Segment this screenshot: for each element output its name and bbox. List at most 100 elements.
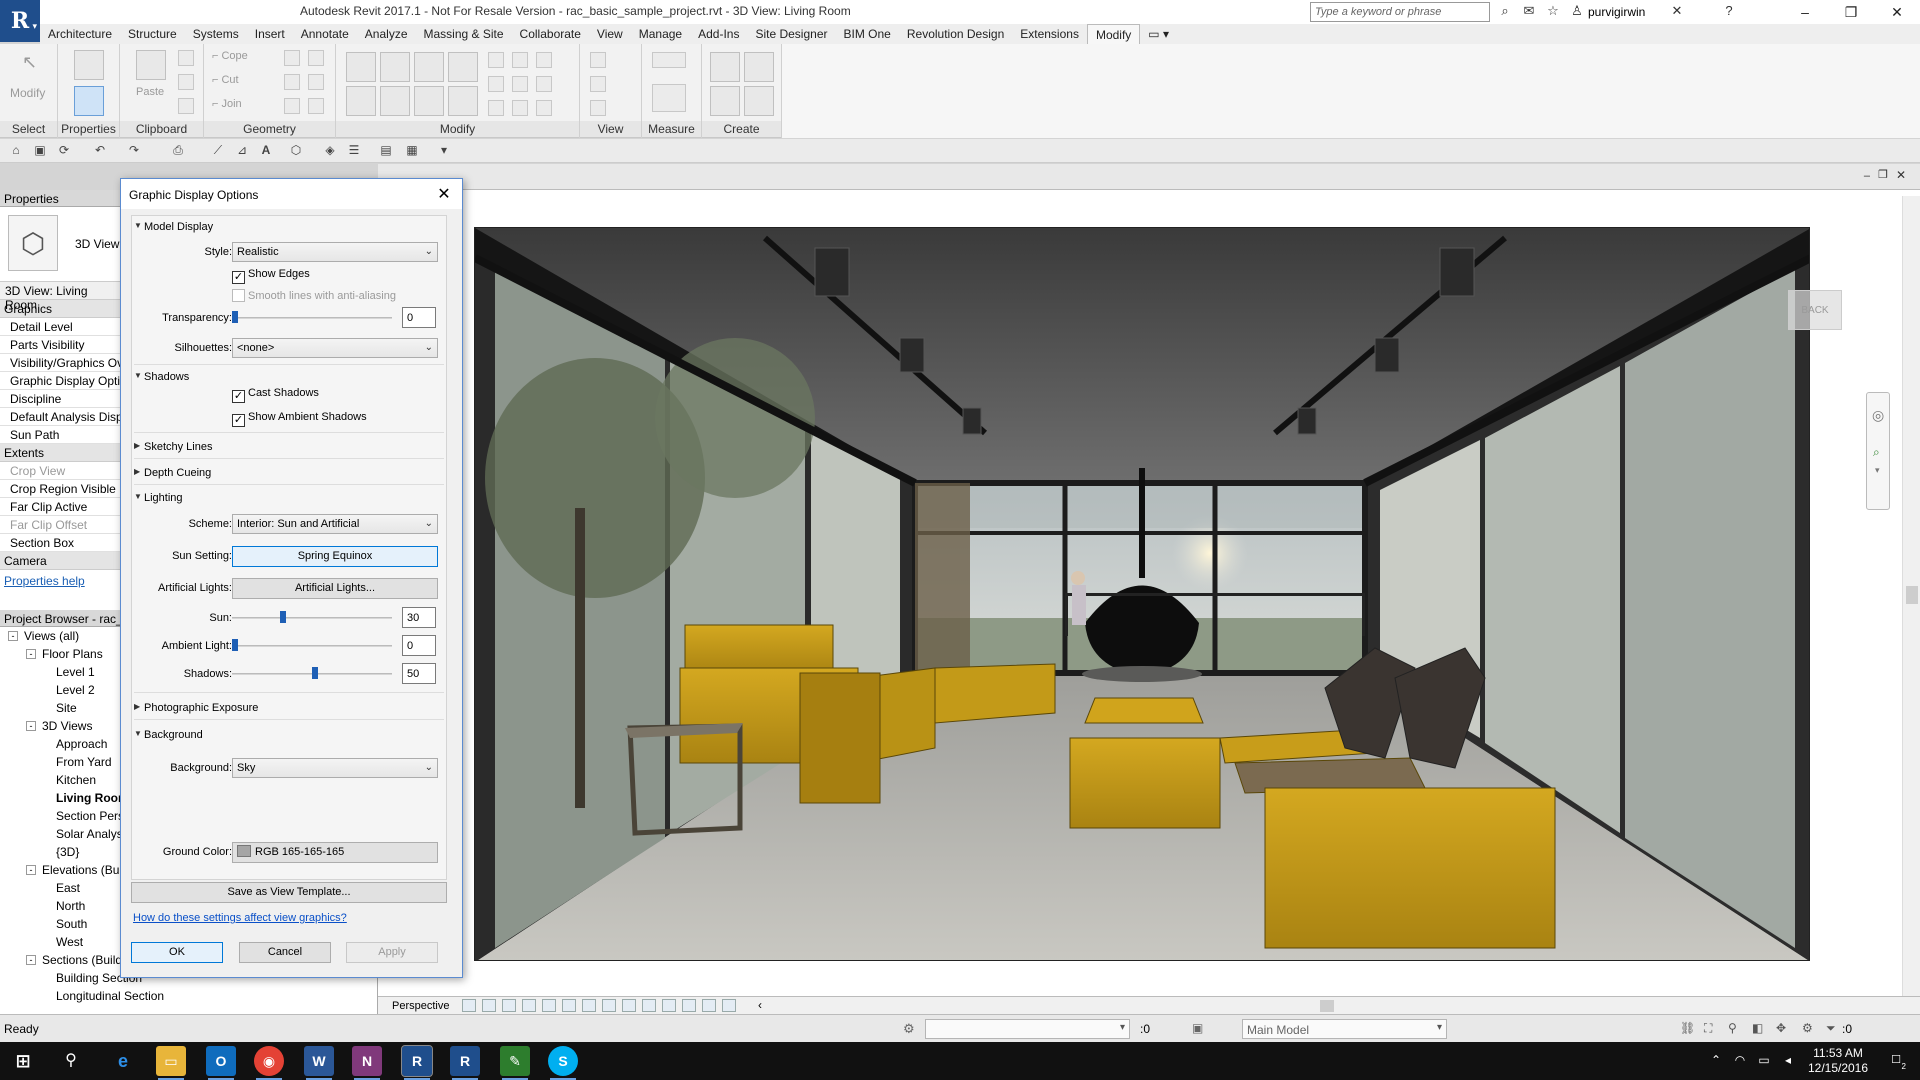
tab-architecture[interactable]: Architecture bbox=[40, 24, 120, 44]
properties-help-link[interactable]: Properties help bbox=[0, 570, 121, 590]
join-roof-icon[interactable] bbox=[284, 98, 300, 114]
undo-icon[interactable]: ↶ bbox=[92, 143, 108, 159]
aligned-dimension-icon[interactable] bbox=[652, 84, 686, 112]
cursor-arrow-icon[interactable]: ↖ bbox=[22, 52, 37, 73]
prop-discipline[interactable]: Discipline bbox=[0, 390, 121, 408]
maximize-button[interactable]: ❐ bbox=[1828, 0, 1874, 24]
sun-intensity-input[interactable]: 30 bbox=[402, 607, 436, 628]
trim-extend-icon[interactable] bbox=[448, 86, 478, 116]
default-3d-view-icon[interactable]: ⬡ bbox=[288, 143, 304, 159]
prop-far-clip-active[interactable]: Far Clip Active bbox=[0, 498, 121, 516]
override-graphics-icon[interactable] bbox=[590, 76, 606, 92]
minimize-button[interactable]: – bbox=[1782, 0, 1828, 24]
search-taskbar-icon[interactable]: ⚲ bbox=[56, 1046, 86, 1076]
type-properties-icon[interactable] bbox=[74, 50, 104, 80]
onenote-icon[interactable]: N bbox=[352, 1046, 382, 1080]
move-icon[interactable] bbox=[346, 86, 376, 116]
user-icon[interactable]: ♙ bbox=[1568, 3, 1586, 21]
silhouettes-select[interactable]: <none> ⌄ bbox=[232, 338, 438, 358]
binoculars-icon[interactable]: ⌕ bbox=[1496, 3, 1514, 21]
mirror-draw-icon[interactable] bbox=[448, 52, 478, 82]
text-icon[interactable]: A bbox=[258, 143, 274, 159]
scale-icon[interactable] bbox=[512, 76, 528, 92]
show-crop-region-icon[interactable] bbox=[582, 999, 596, 1012]
windows-start-icon[interactable]: ⊞ bbox=[8, 1046, 38, 1076]
cut-clipboard-icon[interactable] bbox=[178, 50, 194, 66]
section-depth-cueing[interactable]: ▶ Depth Cueing bbox=[132, 464, 448, 482]
tree-collapse-icon[interactable]: - bbox=[26, 955, 36, 965]
style-select[interactable]: Realistic ⌄ bbox=[232, 242, 438, 262]
sync-icon[interactable]: ⟳ bbox=[56, 143, 72, 159]
demolish-icon[interactable] bbox=[308, 50, 324, 66]
show-hidden-icons-icon[interactable]: ⌃ bbox=[1708, 1053, 1724, 1069]
prop-group-graphics[interactable]: Graphics bbox=[0, 300, 121, 318]
view-restore-icon[interactable]: ❐ bbox=[1878, 168, 1888, 181]
steering-wheel-icon[interactable]: ◎ bbox=[1872, 407, 1884, 424]
ground-color-button[interactable]: RGB 165-165-165 bbox=[232, 842, 438, 863]
vertical-scrollbar-thumb[interactable] bbox=[1906, 586, 1918, 604]
prop-crop-view[interactable]: Crop View bbox=[0, 462, 121, 480]
sun-path-icon[interactable] bbox=[502, 999, 516, 1012]
wifi-icon[interactable]: ◠ bbox=[1732, 1053, 1748, 1069]
prop-sun-path[interactable]: Sun Path bbox=[0, 426, 121, 444]
save-as-view-template-button[interactable]: Save as View Template... bbox=[131, 882, 447, 903]
scroll-left-icon[interactable]: ‹ bbox=[758, 998, 762, 1012]
browser-tree-item[interactable]: Longitudinal Section bbox=[0, 987, 377, 1005]
section-model-display[interactable]: ▼ Model Display bbox=[132, 218, 448, 236]
section-sketchy-lines[interactable]: ▶ Sketchy Lines bbox=[132, 438, 448, 456]
prop-graphic-display-options[interactable]: Graphic Display Options bbox=[0, 372, 121, 390]
prop-detail-level[interactable]: Detail Level bbox=[0, 318, 121, 336]
artificial-lights-button[interactable]: Artificial Lights... bbox=[232, 578, 438, 599]
drag-elements-icon[interactable]: ✥ bbox=[1776, 1021, 1786, 1035]
measure-icon[interactable]: ⟋ bbox=[210, 143, 226, 159]
rendered-3d-view[interactable] bbox=[474, 227, 1810, 961]
smooth-lines-checkbox[interactable]: Smooth lines with anti-aliasing bbox=[232, 289, 396, 302]
tab-modify[interactable]: Modify bbox=[1086, 24, 1141, 44]
evernote-icon[interactable]: ✎ bbox=[500, 1046, 530, 1080]
ambient-light-slider[interactable] bbox=[232, 645, 392, 647]
print-icon[interactable]: ⎙ bbox=[170, 143, 186, 159]
temporary-hide-icon[interactable] bbox=[622, 999, 636, 1012]
chrome-icon[interactable]: ◉ bbox=[254, 1046, 284, 1080]
type-selector[interactable]: ⬡ 3D View bbox=[0, 207, 121, 282]
trim-multiple-icon[interactable] bbox=[512, 100, 528, 116]
panel-select-label[interactable]: Select bbox=[0, 121, 57, 137]
offset-icon[interactable] bbox=[380, 52, 410, 82]
match-type-icon[interactable] bbox=[178, 98, 194, 114]
unpin-icon[interactable] bbox=[536, 76, 552, 92]
dialog-close-button[interactable]: ✕ bbox=[434, 184, 454, 204]
transparency-slider-thumb[interactable] bbox=[232, 311, 238, 323]
prop-group-camera[interactable]: Camera bbox=[0, 552, 121, 570]
sun-intensity-slider-thumb[interactable] bbox=[280, 611, 286, 623]
apply-button[interactable]: Apply bbox=[346, 942, 438, 963]
autodesk-exchange-icon[interactable]: ✕ bbox=[1668, 3, 1686, 21]
background-processes-icon[interactable]: ⚙ bbox=[1802, 1021, 1813, 1035]
redo-icon[interactable]: ↷ bbox=[126, 143, 142, 159]
section-background[interactable]: ▼ Background bbox=[132, 726, 448, 744]
zoom-dropdown-icon[interactable]: ▾ bbox=[1875, 465, 1880, 476]
tab-annotate[interactable]: Annotate bbox=[293, 24, 357, 44]
reveal-hidden-icon[interactable] bbox=[642, 999, 656, 1012]
measure-between-icon[interactable] bbox=[652, 52, 686, 68]
taskbar-clock[interactable]: 11:53 AM 12/15/2016 bbox=[1798, 1046, 1878, 1076]
highlight-displacement-icon[interactable] bbox=[702, 999, 716, 1012]
split-face-icon[interactable] bbox=[284, 74, 300, 90]
section-icon[interactable]: ◈ bbox=[322, 143, 338, 159]
pin-icon[interactable] bbox=[536, 52, 552, 68]
zoom-icon[interactable]: ⌕ bbox=[1873, 445, 1880, 460]
select-pinned-icon[interactable]: ⚲ bbox=[1728, 1021, 1737, 1035]
application-menu-button[interactable]: R ▾ bbox=[0, 0, 40, 42]
prop-analysis-display[interactable]: Default Analysis Display Style bbox=[0, 408, 121, 426]
settings-help-link[interactable]: How do these settings affect view graphi… bbox=[133, 912, 347, 924]
section-shadows[interactable]: ▼ Shadows bbox=[132, 368, 448, 386]
instance-selector[interactable]: 3D View: Living Room bbox=[0, 282, 121, 312]
mirror-axis-icon[interactable] bbox=[414, 52, 444, 82]
sun-intensity-slider[interactable] bbox=[232, 617, 392, 619]
tab-bim-one[interactable]: BIM One bbox=[836, 24, 899, 44]
visual-style-icon[interactable] bbox=[482, 999, 496, 1012]
ambient-shadows-checkbox[interactable]: ✓ Show Ambient Shadows bbox=[232, 411, 367, 427]
scheme-select[interactable]: Interior: Sun and Artificial ⌄ bbox=[232, 514, 438, 534]
view-close-icon[interactable]: ✕ bbox=[1896, 168, 1906, 182]
cast-shadows-checkbox[interactable]: ✓ Cast Shadows bbox=[232, 387, 319, 403]
file-explorer-icon[interactable]: ▭ bbox=[156, 1046, 186, 1080]
